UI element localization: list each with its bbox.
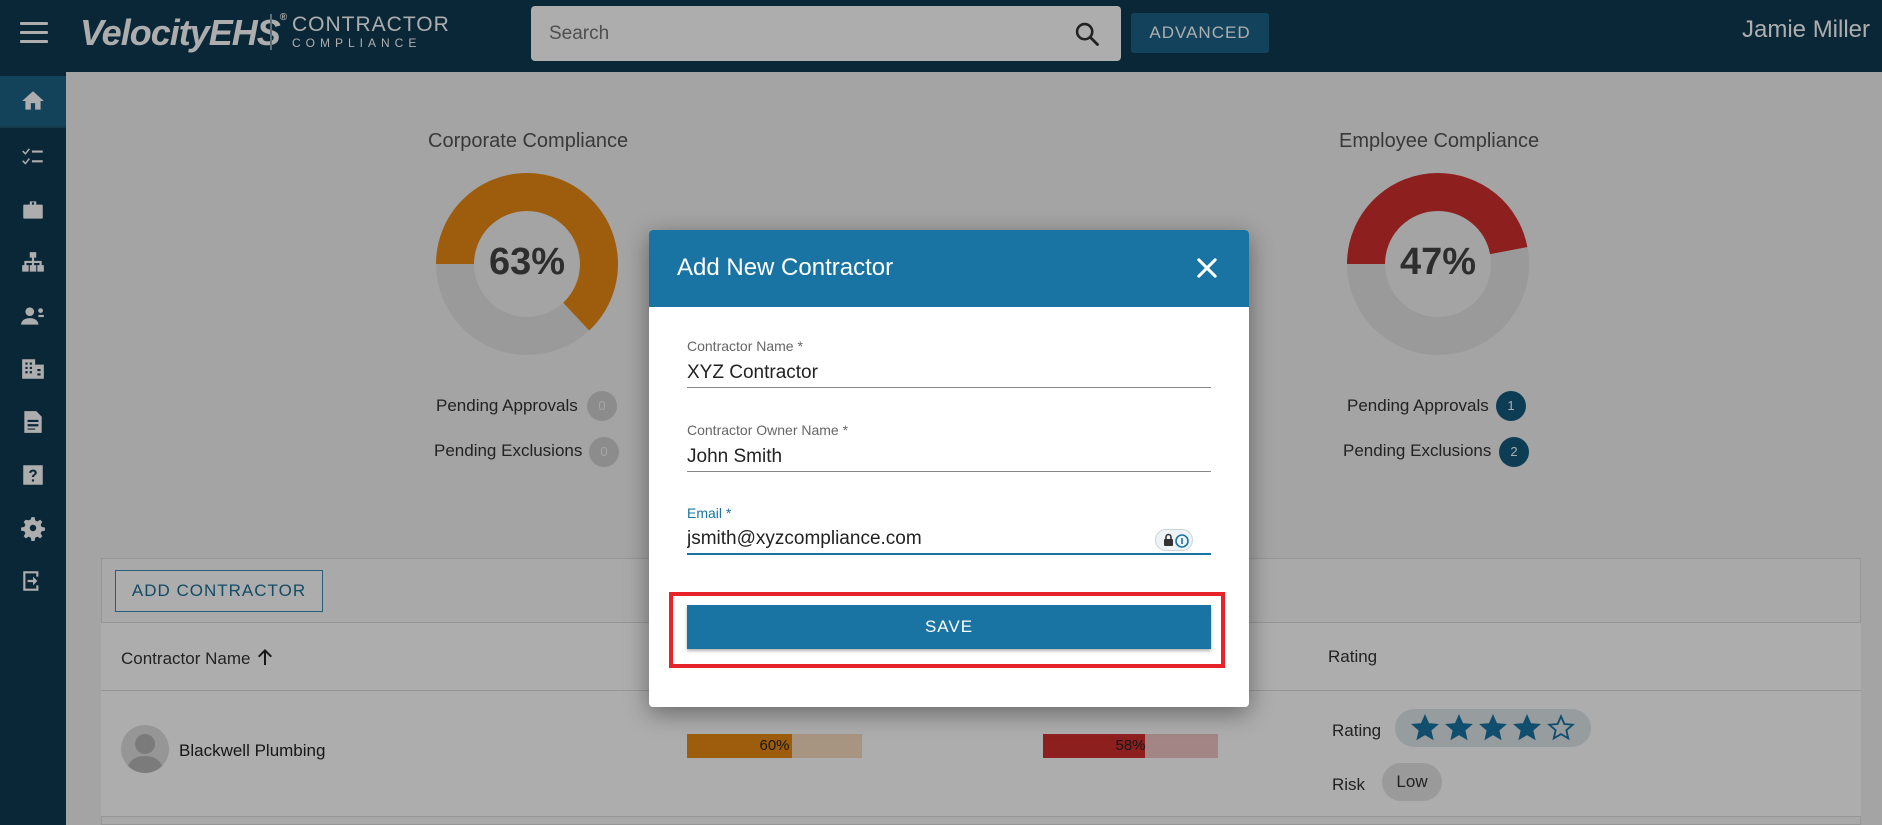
password-manager-icon[interactable] xyxy=(1155,529,1193,551)
add-contractor-dialog: Add New Contractor Contractor Name * Con… xyxy=(649,230,1249,707)
email-field: Email * xyxy=(687,505,1211,555)
email-label: Email * xyxy=(687,505,732,521)
contractor-name-label: Contractor Name * xyxy=(687,338,803,354)
contractor-owner-name-field: Contractor Owner Name * xyxy=(687,422,1211,472)
email-input[interactable] xyxy=(687,521,1211,555)
save-button[interactable]: SAVE xyxy=(687,605,1211,649)
dialog-title: Add New Contractor xyxy=(677,254,894,281)
close-icon[interactable] xyxy=(1193,254,1221,282)
contractor-owner-name-label: Contractor Owner Name * xyxy=(687,422,849,438)
contractor-name-input[interactable] xyxy=(687,354,1211,388)
dialog-header: Add New Contractor xyxy=(649,230,1249,307)
contractor-name-field: Contractor Name * xyxy=(687,338,1211,388)
contractor-owner-name-input[interactable] xyxy=(687,438,1211,472)
